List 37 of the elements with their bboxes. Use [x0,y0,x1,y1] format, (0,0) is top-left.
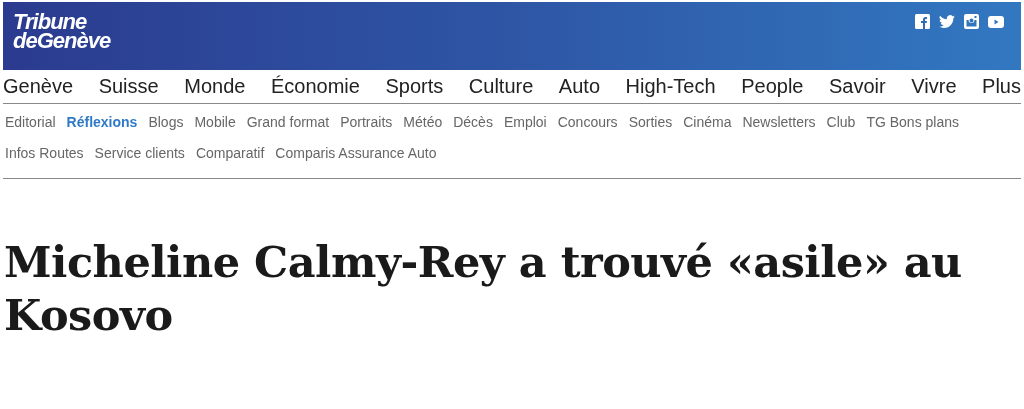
subsection-link[interactable]: Editorial [5,112,56,133]
section-link[interactable]: High-Tech [625,74,716,99]
subsection-link[interactable]: Réflexions [66,112,138,133]
subsection-link[interactable]: Sorties [628,112,673,133]
instagram-icon[interactable] [964,14,979,29]
subsection-link[interactable]: Cinéma [683,112,732,133]
article-title: Micheline Calmy-Rey a trouvé «asile» au Kosovo [4,236,963,342]
section-link[interactable]: Genève [3,74,74,99]
section-link[interactable]: Auto [558,74,600,99]
section-link[interactable]: Économie [270,74,360,99]
subsection-link[interactable]: Service clients [94,143,185,164]
subsection-link[interactable]: Concours [557,112,618,133]
subsection-link[interactable]: Décès [453,112,493,133]
subsection-link[interactable]: Comparatif [195,143,265,164]
section-link[interactable]: Vivre [911,74,957,99]
subsection-link[interactable]: Portraits [340,112,393,133]
section-link[interactable]: Culture [468,74,534,99]
section-link[interactable]: Suisse [98,74,159,99]
subsection-link[interactable]: Blogs [148,112,184,133]
subsection-link[interactable]: Grand format [246,112,330,133]
subsection-link[interactable]: Emploi [503,112,547,133]
subsection-link[interactable]: Comparis Assurance Auto [275,143,437,164]
subsection-link[interactable]: Newsletters [742,112,816,133]
section-link[interactable]: Plus [982,74,1021,99]
bird-icon[interactable] [939,14,955,29]
site-logo[interactable]: Tribune deGenève [3,2,111,50]
section-link[interactable]: Monde [184,74,246,99]
subsection-link[interactable]: Mobile [194,112,236,133]
facebook-icon[interactable] [915,14,930,29]
section-link[interactable]: Savoir [829,74,886,99]
section-link[interactable]: Sports [385,74,444,99]
subsection-link[interactable]: Infos Routes [5,143,84,164]
subsection-link[interactable]: Club [826,112,856,133]
section-link[interactable]: People [741,74,804,99]
subsection-link[interactable]: TG Bons plans [866,112,959,133]
subsection-link[interactable]: Météo [403,112,443,133]
play-icon[interactable] [988,15,1004,28]
